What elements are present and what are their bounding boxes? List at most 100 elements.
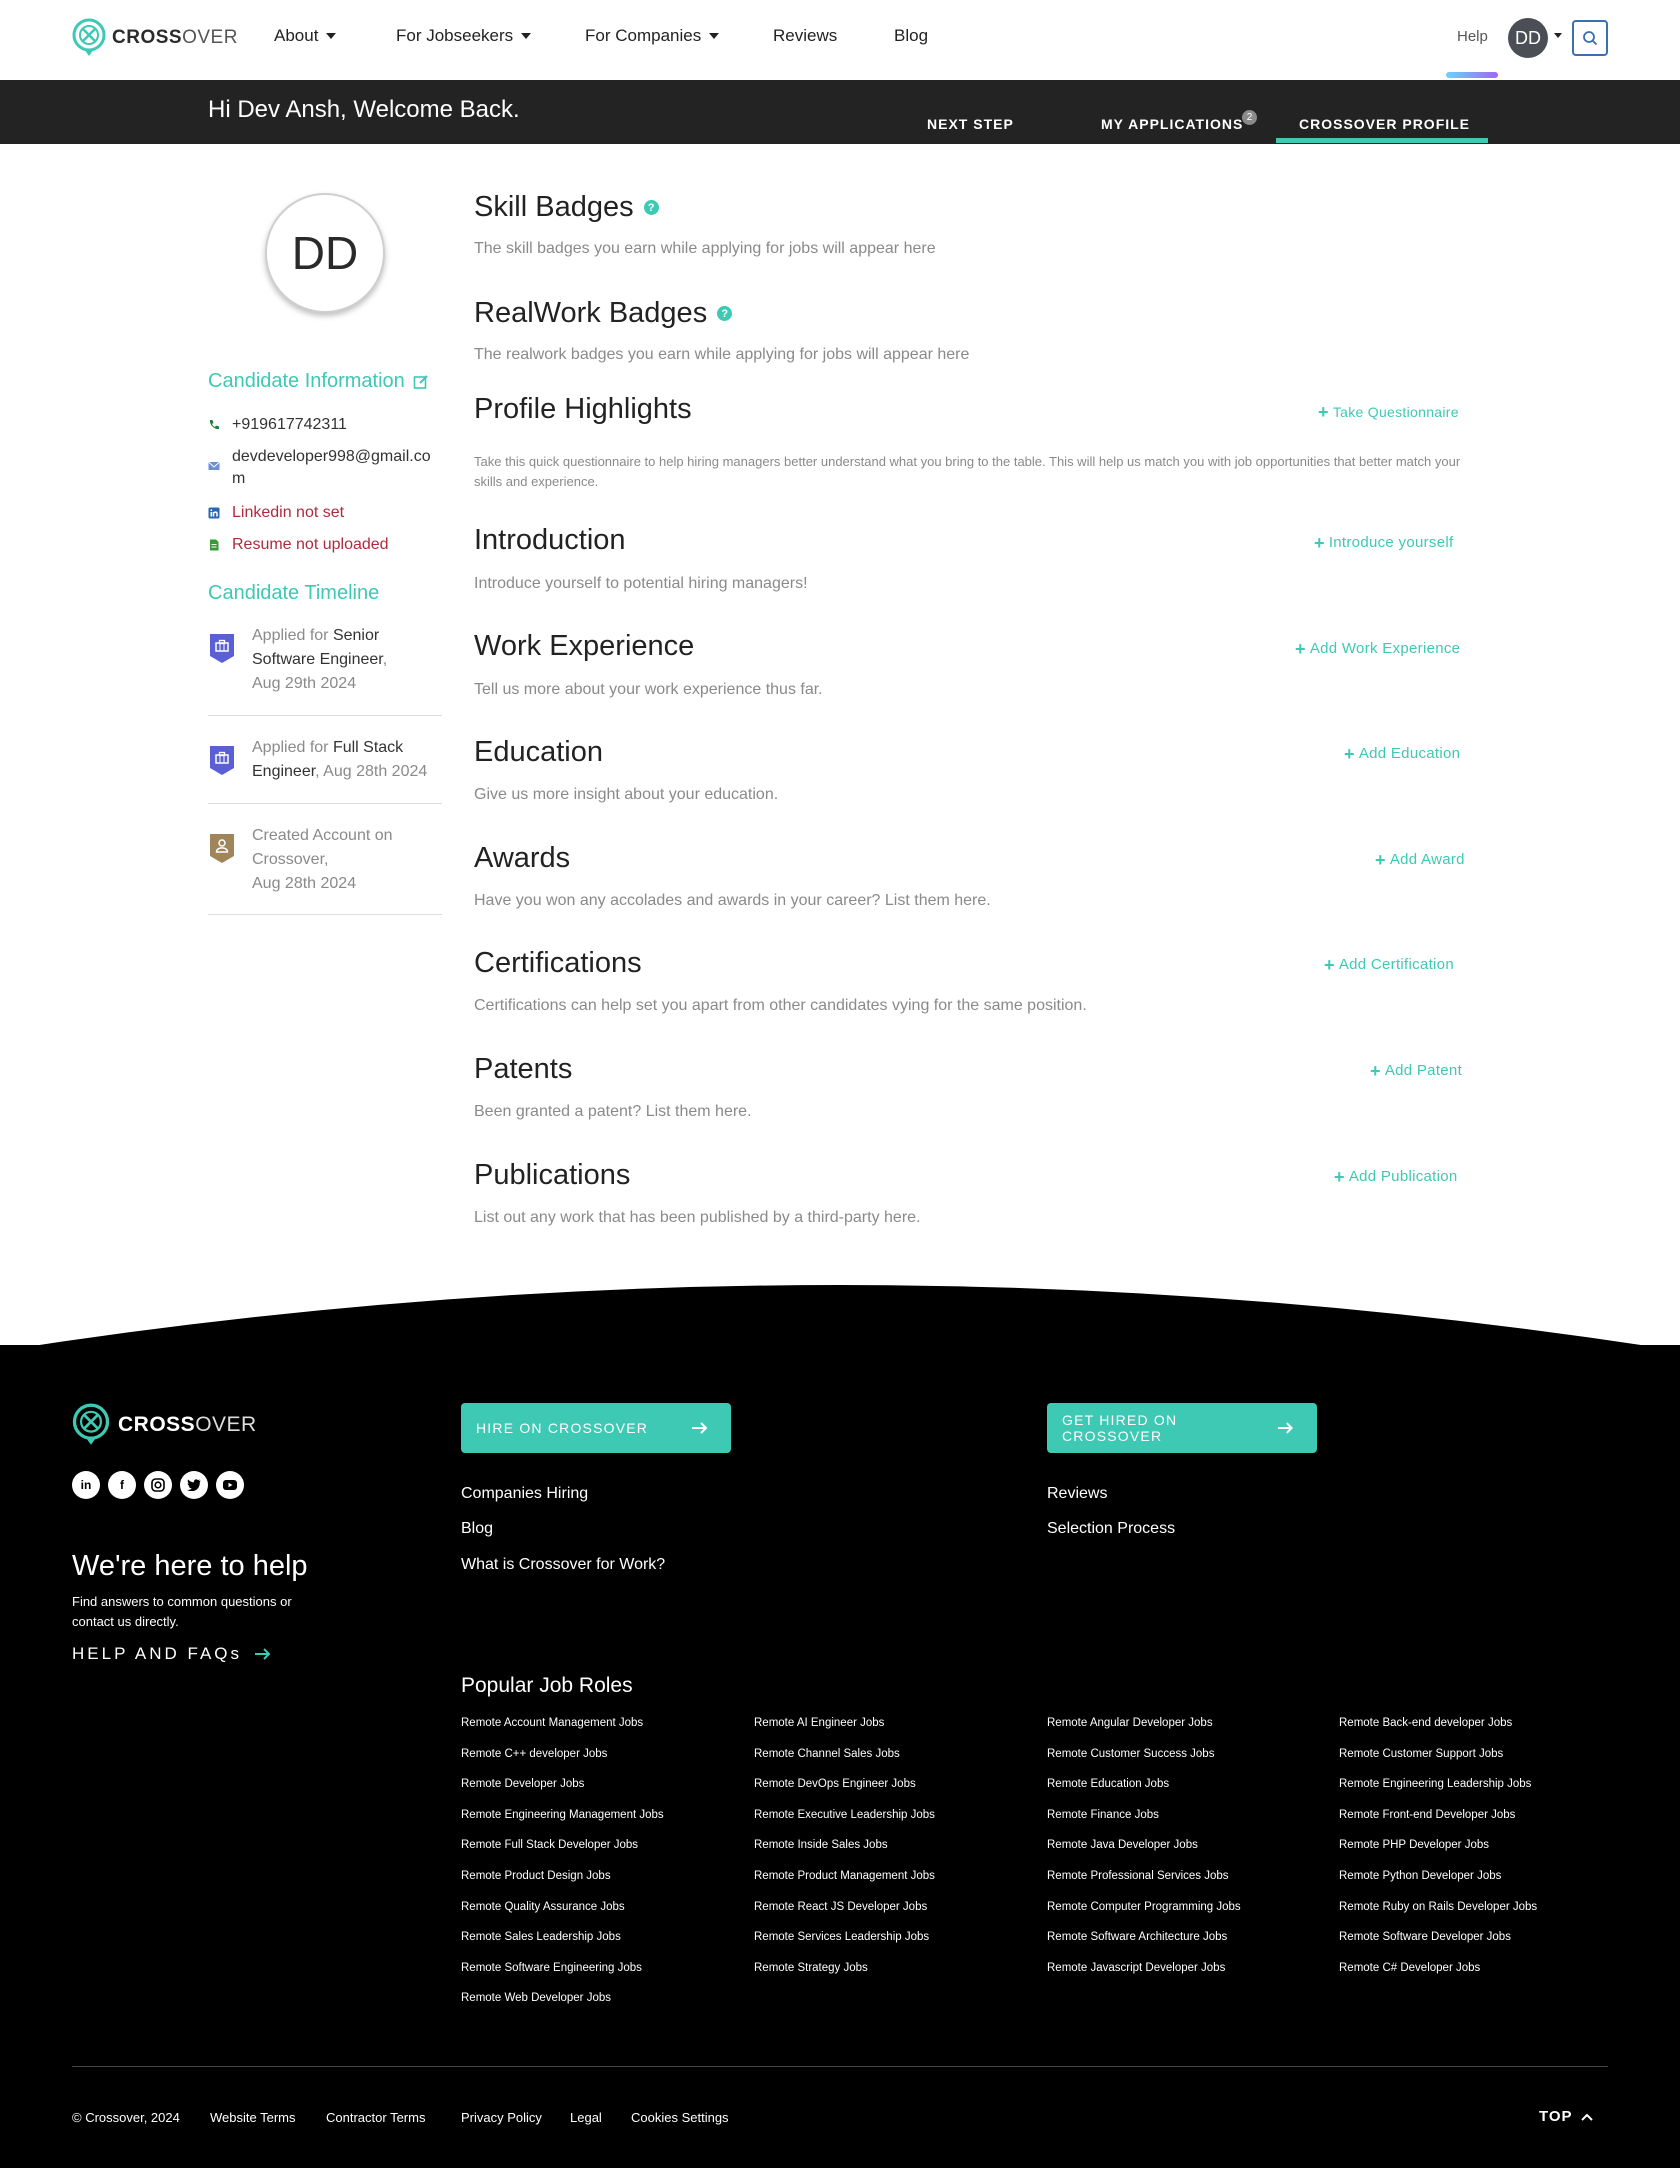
arrow-right-icon (1278, 1422, 1294, 1434)
instagram-icon[interactable] (144, 1471, 172, 1499)
job-role-link[interactable]: Remote Full Stack Developer Jobs (461, 1839, 638, 1851)
job-role-link[interactable]: Remote Angular Developer Jobs (1047, 1717, 1213, 1729)
job-role-link[interactable]: Remote C# Developer Jobs (1339, 1962, 1480, 1974)
arrow-right-icon (692, 1422, 708, 1434)
job-role-link[interactable]: Remote Strategy Jobs (754, 1962, 868, 1974)
introduce-yourself-button[interactable]: + Introduce yourself (1314, 534, 1453, 552)
get-hired-on-crossover-button[interactable]: GET HIRED ON CROSSOVER (1047, 1403, 1317, 1453)
footer-link-blog[interactable]: Blog (461, 1520, 493, 1538)
job-role-link[interactable]: Remote C++ developer Jobs (461, 1748, 607, 1760)
add-publication-button[interactable]: + Add Publication (1334, 1168, 1458, 1186)
section-title-awards: Awards (474, 842, 571, 874)
nav-for-companies[interactable]: For Companies (585, 26, 720, 46)
resume-icon (210, 539, 219, 551)
footer-link-what-is-crossover-for-work[interactable]: What is Crossover for Work? (461, 1556, 665, 1574)
email-row: devdeveloper998@gmail.co m (208, 446, 431, 490)
job-role-link[interactable]: Remote Executive Leadership Jobs (754, 1809, 935, 1821)
add-work-experience-button[interactable]: + Add Work Experience (1295, 640, 1460, 658)
nav-reviews[interactable]: Reviews (773, 26, 837, 46)
website-terms-link[interactable]: Website Terms (210, 2110, 296, 2125)
back-to-top-button[interactable]: TOP (1539, 2108, 1593, 2125)
help-underline (1446, 72, 1498, 78)
crossover-logo[interactable]: CROSSOVER (72, 18, 238, 58)
job-role-link[interactable]: Remote Channel Sales Jobs (754, 1748, 900, 1760)
tab-crossover-profile[interactable]: CROSSOVER PROFILE (1299, 116, 1470, 132)
job-role-link[interactable]: Remote Sales Leadership Jobs (461, 1931, 621, 1943)
profile-header-bar: Hi Dev Ansh, Welcome Back. NEXT STEP MY … (0, 80, 1680, 144)
help-icon[interactable]: ? (717, 306, 733, 321)
job-role-link[interactable]: Remote Product Management Jobs (754, 1870, 935, 1882)
linkedin-status[interactable]: Linkedin not set (232, 502, 344, 524)
job-role-link[interactable]: Remote Customer Support Jobs (1339, 1748, 1503, 1760)
footer-logo[interactable]: CROSSOVER (72, 1403, 257, 1447)
edit-icon[interactable] (413, 374, 429, 390)
plus-icon: + (1324, 954, 1335, 975)
privacy-policy-link[interactable]: Privacy Policy (461, 2110, 542, 2125)
section-title-patents: Patents (474, 1053, 573, 1085)
job-role-link[interactable]: Remote AI Engineer Jobs (754, 1717, 884, 1729)
job-role-link[interactable]: Remote Account Management Jobs (461, 1717, 643, 1729)
footer-link-reviews[interactable]: Reviews (1047, 1485, 1107, 1503)
job-role-link[interactable]: Remote Engineering Management Jobs (461, 1809, 664, 1821)
facebook-icon[interactable]: f (108, 1471, 136, 1499)
add-education-button[interactable]: + Add Education (1344, 745, 1460, 763)
help-and-faqs-link[interactable]: HELP AND FAQs (72, 1644, 272, 1664)
add-certification-button[interactable]: + Add Certification (1324, 954, 1454, 975)
avatar-menu-caret-icon[interactable] (1554, 33, 1562, 38)
nav-for-jobseekers[interactable]: For Jobseekers (396, 26, 532, 46)
job-role-link[interactable]: Remote PHP Developer Jobs (1339, 1839, 1489, 1851)
briefcase-icon (210, 634, 234, 663)
nav-blog[interactable]: Blog (894, 26, 928, 46)
job-role-link[interactable]: Remote Computer Programming Jobs (1047, 1901, 1241, 1913)
job-role-link[interactable]: Remote Services Leadership Jobs (754, 1931, 929, 1943)
timeline-text: Applied for Full Stack Engineer, Aug 28t… (252, 739, 428, 780)
job-role-link[interactable]: Remote Software Architecture Jobs (1047, 1931, 1227, 1943)
chevron-up-icon (1580, 2113, 1593, 2121)
linkedin-icon[interactable]: in (72, 1471, 100, 1499)
email-icon (208, 461, 220, 470)
job-role-link[interactable]: Remote Java Developer Jobs (1047, 1839, 1198, 1851)
nav-about[interactable]: About (274, 26, 337, 46)
phone-row: +919617742311 (208, 414, 347, 436)
resume-row: Resume not uploaded (208, 534, 389, 556)
job-role-link[interactable]: Remote Python Developer Jobs (1339, 1870, 1501, 1882)
help-link[interactable]: Help (1457, 28, 1488, 45)
footer-link-selection-process[interactable]: Selection Process (1047, 1520, 1175, 1538)
job-role-link[interactable]: Remote React JS Developer Jobs (754, 1901, 927, 1913)
job-role-link[interactable]: Remote Professional Services Jobs (1047, 1870, 1229, 1882)
plus-icon: + (1318, 402, 1329, 422)
job-role-link[interactable]: Remote Education Jobs (1047, 1778, 1169, 1790)
tab-my-applications[interactable]: MY APPLICATIONS (1101, 116, 1243, 132)
take-questionnaire-button[interactable]: + Take Questionnaire (1318, 402, 1459, 422)
job-role-link[interactable]: Remote Engineering Leadership Jobs (1339, 1778, 1531, 1790)
job-role-link[interactable]: Remote Product Design Jobs (461, 1870, 611, 1882)
help-icon[interactable]: ? (643, 200, 659, 215)
job-role-link[interactable]: Remote Inside Sales Jobs (754, 1839, 888, 1851)
avatar[interactable]: DD (1508, 18, 1548, 58)
twitter-icon[interactable] (180, 1471, 208, 1499)
cookies-settings-link[interactable]: Cookies Settings (631, 2110, 729, 2125)
resume-status[interactable]: Resume not uploaded (232, 534, 389, 556)
job-role-link[interactable]: Remote Web Developer Jobs (461, 1992, 611, 2004)
contractor-terms-link[interactable]: Contractor Terms (326, 2110, 425, 2125)
job-role-link[interactable]: Remote Software Developer Jobs (1339, 1931, 1511, 1943)
email-address: devdeveloper998@gmail.co m (232, 448, 431, 487)
tab-next-step[interactable]: NEXT STEP (927, 116, 1014, 132)
job-role-link[interactable]: Remote Back-end developer Jobs (1339, 1717, 1512, 1729)
search-button[interactable] (1572, 20, 1608, 56)
job-role-link[interactable]: Remote Finance Jobs (1047, 1809, 1159, 1821)
job-role-link[interactable]: Remote Developer Jobs (461, 1778, 584, 1790)
add-award-button[interactable]: + Add Award (1375, 851, 1465, 869)
job-role-link[interactable]: Remote Quality Assurance Jobs (461, 1901, 625, 1913)
job-role-link[interactable]: Remote Ruby on Rails Developer Jobs (1339, 1901, 1537, 1913)
hire-on-crossover-button[interactable]: HIRE ON CROSSOVER (461, 1403, 731, 1453)
footer-link-companies-hiring[interactable]: Companies Hiring (461, 1485, 588, 1503)
legal-link[interactable]: Legal (570, 2110, 602, 2125)
job-role-link[interactable]: Remote DevOps Engineer Jobs (754, 1778, 916, 1790)
job-role-link[interactable]: Remote Front-end Developer Jobs (1339, 1809, 1515, 1821)
add-patent-button[interactable]: + Add Patent (1370, 1062, 1462, 1080)
youtube-icon[interactable] (216, 1471, 244, 1499)
job-role-link[interactable]: Remote Customer Success Jobs (1047, 1748, 1214, 1760)
job-role-link[interactable]: Remote Javascript Developer Jobs (1047, 1962, 1225, 1974)
job-role-link[interactable]: Remote Software Engineering Jobs (461, 1962, 642, 1974)
